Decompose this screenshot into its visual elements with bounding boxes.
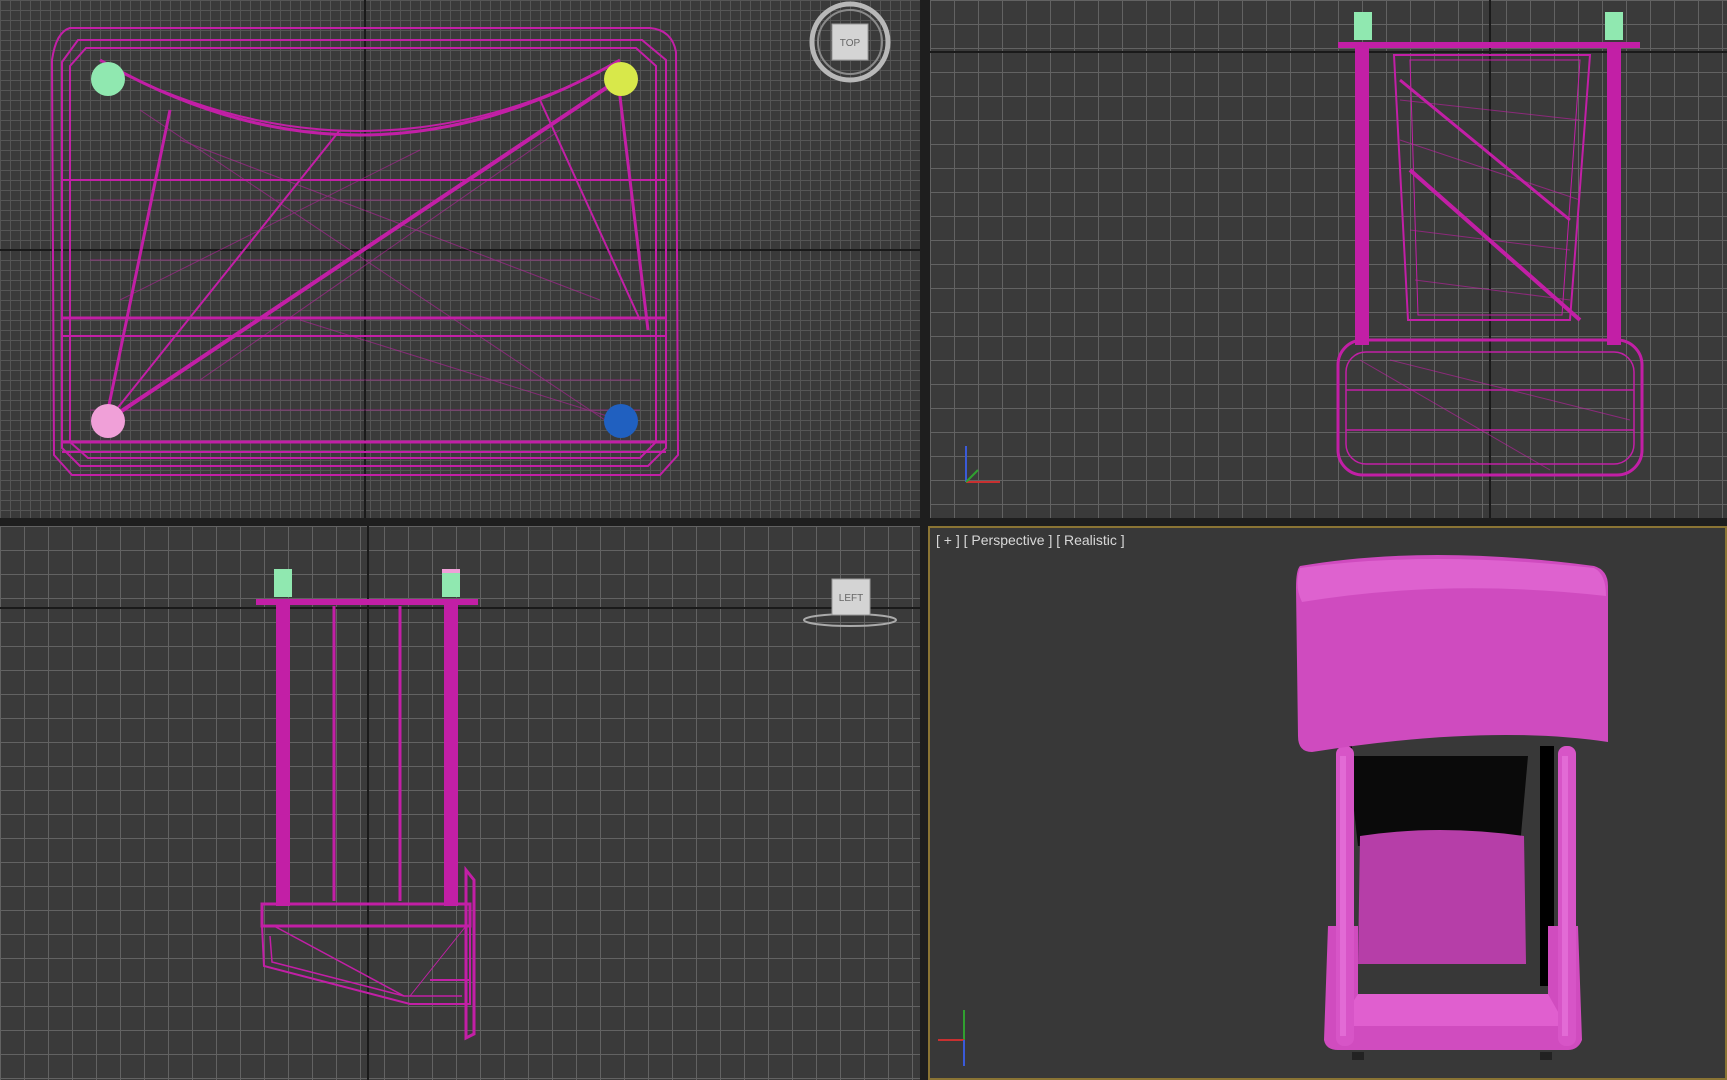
viewcube-icon[interactable]: TOP	[809, 1, 891, 83]
viewport-front[interactable]	[930, 0, 1727, 518]
marker-pink[interactable]	[91, 404, 125, 438]
marker-yellow[interactable]	[604, 62, 638, 96]
marker-blue[interactable]	[604, 404, 638, 438]
perspective-shaded-chair	[938, 555, 1608, 1066]
axis-tripod-icon	[965, 446, 1000, 483]
viewport-left[interactable]: LEFT	[0, 526, 920, 1080]
left-view-wireframe: LEFT	[0, 526, 920, 1080]
viewcube-label: TOP	[840, 38, 861, 49]
front-view-wireframe	[930, 0, 1727, 518]
marker-green[interactable]	[91, 62, 125, 96]
viewcube-icon[interactable]: LEFT	[803, 578, 897, 627]
top-view-wireframe: TOP	[0, 0, 920, 518]
axis-tripod-icon	[938, 1010, 965, 1066]
viewport-top[interactable]: TOP	[0, 0, 920, 518]
viewcube-label: LEFT	[839, 593, 863, 604]
viewport-perspective[interactable]: [ + ] [ Perspective ] [ Realistic ]	[928, 526, 1727, 1080]
